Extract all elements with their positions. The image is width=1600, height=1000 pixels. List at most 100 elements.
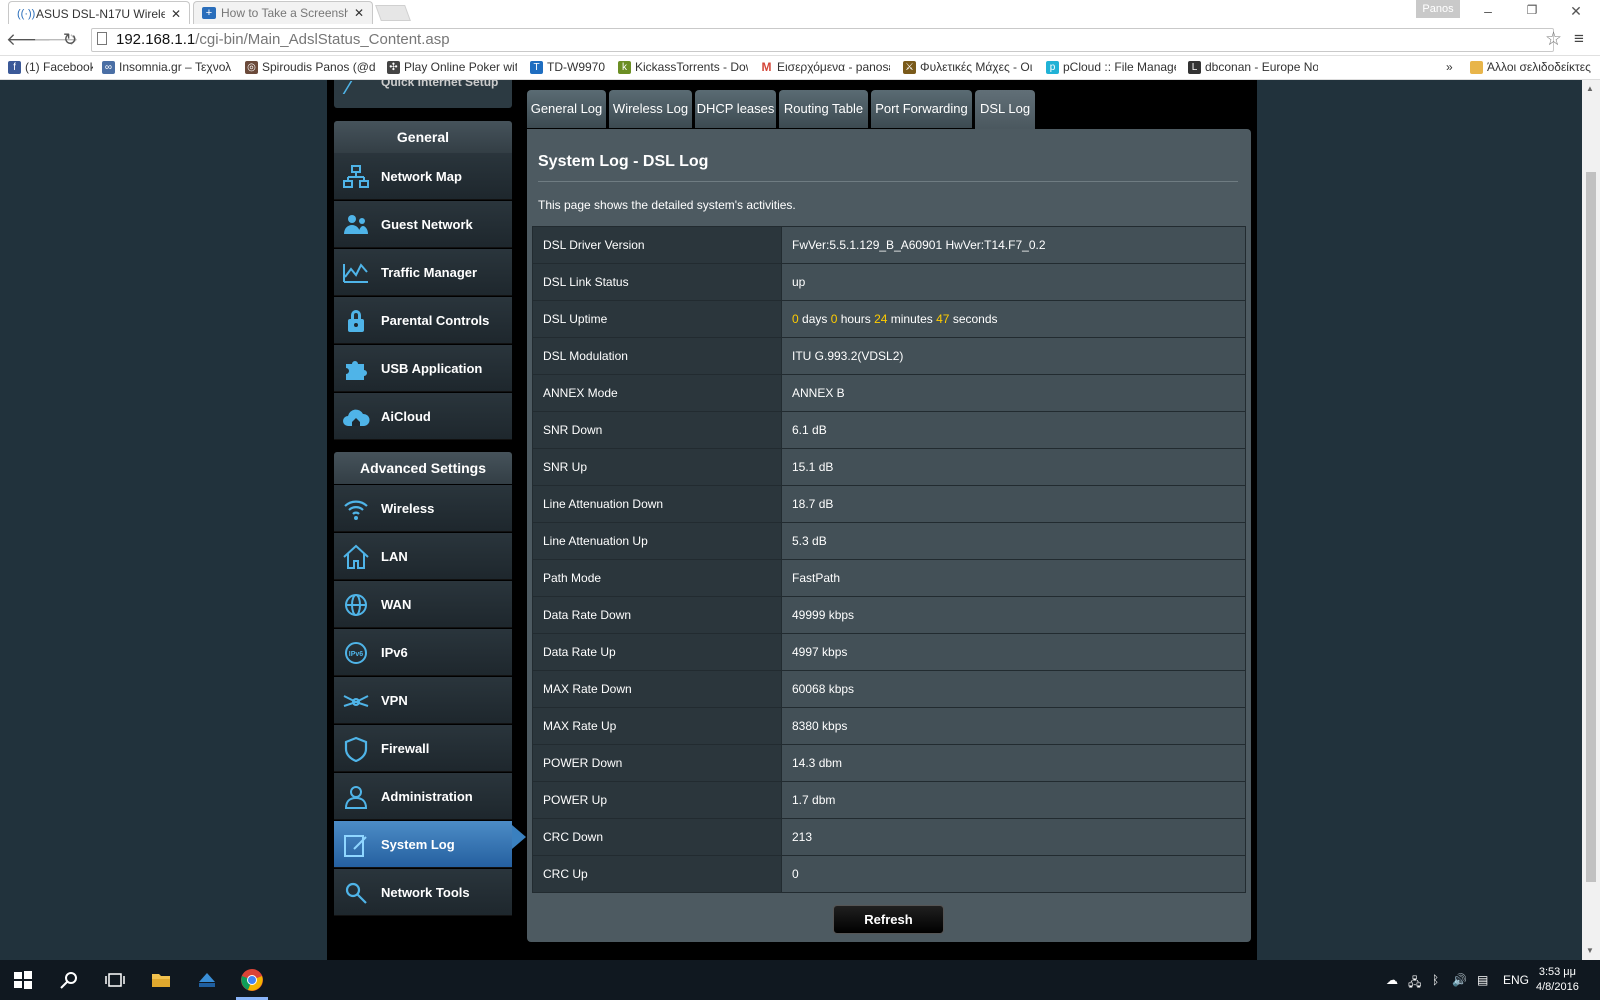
bookmarks-overflow-button[interactable]: » (1446, 60, 1460, 74)
pcloud-icon: p (1046, 60, 1059, 74)
facebook-icon: f (8, 60, 21, 74)
row-value: 15.1 dB (781, 448, 1246, 486)
profile-button[interactable]: Panos (1416, 0, 1460, 18)
menu-item-wan[interactable]: WAN (334, 581, 512, 628)
bluetooth-icon[interactable]: ᛒ (1432, 973, 1439, 987)
vpn-icon (343, 695, 369, 707)
browser-tab-asus[interactable]: ((·)) ASUS DSL-N17U Wireless ✕ (8, 1, 190, 25)
minimize-icon[interactable]: – (1478, 3, 1498, 19)
browser-tab-screenshot[interactable]: + How to Take a Screenshot ✕ (193, 1, 373, 24)
menu-item-traffic-manager[interactable]: Traffic Manager (334, 249, 512, 296)
bookmark-star-icon[interactable]: ☆ (1545, 28, 1562, 51)
gmail-icon: M (760, 60, 773, 74)
scroll-up-arrow-icon[interactable]: ▲ (1586, 84, 1594, 93)
row-value: 213 (781, 818, 1246, 856)
menu-item-network-tools[interactable]: Network Tools (334, 869, 512, 916)
back-arrow-icon[interactable]: 🡐 (6, 30, 52, 50)
bookmark-pcloud[interactable]: p pCloud :: File Manage (1046, 60, 1176, 74)
app-icon[interactable] (196, 970, 218, 990)
language-indicator[interactable]: ENG (1503, 973, 1529, 987)
tab-dhcp-leases[interactable]: DHCP leases (695, 90, 776, 128)
close-tab-icon[interactable]: ✕ (354, 6, 364, 20)
task-view-icon[interactable] (104, 970, 126, 990)
windows-start-icon[interactable] (12, 970, 34, 990)
menu-item-firewall[interactable]: Firewall (334, 725, 512, 772)
table-row: Data Rate Down 49999 kbps (532, 596, 1246, 634)
url-input[interactable]: 192.168.1.1/cgi-bin/Main_AdslStatus_Cont… (91, 28, 1554, 52)
quick-internet-setup-button[interactable]: ⁄ Quick Internet Setup (334, 80, 512, 108)
bookmark-poker[interactable]: ✣ Play Online Poker wit (387, 60, 517, 74)
chrome-icon[interactable] (240, 968, 264, 992)
other-bookmarks-folder[interactable]: Άλλοι σελιδοδείκτες (1470, 60, 1598, 74)
new-tab-button[interactable] (375, 5, 411, 21)
table-row: DSL Driver Version FwVer:5.5.1.129_B_A609… (532, 226, 1246, 264)
menu-item-parental-controls[interactable]: Parental Controls (334, 297, 512, 344)
browser-menu-icon[interactable]: ≡ (1574, 29, 1584, 49)
action-center-icon[interactable]: ▤ (1477, 973, 1488, 987)
row-value: ITU G.993.2(VDSL2) (781, 337, 1246, 375)
uptime-hours-label: hours (837, 312, 875, 326)
tab-port-forwarding[interactable]: Port Forwarding (871, 90, 972, 128)
menu-item-label: Network Tools (381, 884, 470, 900)
restore-icon[interactable]: ❐ (1522, 3, 1542, 17)
svg-text:IPv6: IPv6 (349, 651, 364, 658)
row-key: Path Mode (532, 559, 782, 597)
bookmark-gmail[interactable]: M Εισερχόμενα - panosε (760, 60, 890, 74)
menu-item-ipv6[interactable]: IPv6 IPv6 (334, 629, 512, 676)
row-key: Data Rate Down (532, 596, 782, 634)
search-icon[interactable] (58, 970, 80, 990)
url-path: /cgi-bin/Main_AdslStatus_Content.asp (195, 31, 450, 48)
bookmark-tribal-wars[interactable]: ⚔ Φυλετικές Μάχες - Οι (903, 60, 1033, 74)
table-row: ANNEX Mode ANNEX B (532, 374, 1246, 412)
bookmark-tdw9970[interactable]: T TD-W9970 (530, 60, 605, 74)
menu-item-lan[interactable]: LAN (334, 533, 512, 580)
globe-icon (345, 594, 367, 616)
table-row: DSL Modulation ITU G.993.2(VDSL2) (532, 337, 1246, 375)
menu-item-network-map[interactable]: Network Map (334, 153, 512, 200)
page-info-icon[interactable] (97, 32, 107, 45)
traffic-manager-icon (343, 263, 368, 283)
menu-item-administration[interactable]: Administration (334, 773, 512, 820)
tab-dsl-log[interactable]: DSL Log (975, 90, 1035, 130)
tab-routing-table[interactable]: Routing Table (779, 90, 868, 128)
tab-general-log[interactable]: General Log (527, 90, 606, 128)
row-key: DSL Modulation (532, 337, 782, 375)
bookmark-label: Play Online Poker wit (404, 60, 517, 74)
bookmark-facebook[interactable]: f (1) Facebook (8, 60, 93, 74)
network-icon[interactable]: 🖧 (1408, 973, 1421, 994)
bookmark-insomnia[interactable]: ∞ Insomnia.gr – Τεχνολ (102, 60, 232, 74)
volume-icon[interactable]: 🔊 (1452, 973, 1467, 987)
onedrive-cloud-icon[interactable]: ☁ (1386, 973, 1398, 987)
scroll-down-arrow-icon[interactable]: ▼ (1586, 946, 1594, 955)
reload-icon[interactable]: ↻ (60, 30, 80, 50)
tab-wireless-log[interactable]: Wireless Log (609, 90, 692, 128)
forward-arrow-icon[interactable]: 🡒 (33, 30, 79, 50)
menu-item-usb-application[interactable]: USB Application (334, 345, 512, 392)
close-window-icon[interactable]: ✕ (1566, 3, 1586, 20)
refresh-button[interactable]: Refresh (833, 905, 944, 934)
menu-item-system-log[interactable]: System Log (334, 821, 512, 868)
row-key: Line Attenuation Down (532, 485, 782, 523)
menu-item-label: Network Map (381, 168, 462, 184)
url-host: 192.168.1.1 (116, 31, 196, 48)
close-tab-icon[interactable]: ✕ (171, 7, 181, 21)
file-explorer-icon[interactable] (150, 970, 172, 990)
network-map-icon (343, 165, 369, 188)
bookmark-dbconan[interactable]: Ldbconan - Europe Nο (1188, 60, 1318, 74)
menu-item-aicloud[interactable]: AiCloud (334, 393, 512, 440)
menu-item-guest-network[interactable]: Guest Network (334, 201, 512, 248)
row-value: 60068 kbps (781, 670, 1246, 708)
system-clock[interactable]: 3:53 μμ 4/8/2016 (1536, 965, 1579, 995)
menu-item-label: Firewall (381, 740, 430, 756)
page-title: System Log - DSL Log (538, 153, 709, 170)
page-scrollbar[interactable]: ▲ ▼ (1582, 80, 1600, 960)
bookmark-instagram[interactable]: ◎ Spiroudis Panos (@dε (245, 60, 375, 74)
uptime-seconds: 47 (936, 312, 950, 326)
scrollbar-thumb[interactable] (1586, 172, 1596, 882)
menu-item-wireless[interactable]: Wireless (334, 485, 512, 532)
puzzle-icon (346, 361, 367, 380)
lock-icon (348, 310, 364, 332)
bookmark-label: Εισερχόμενα - panosε (777, 60, 890, 74)
bookmark-kickass[interactable]: k KickassTorrents - Dow (618, 60, 748, 74)
menu-item-vpn[interactable]: VPN (334, 677, 512, 724)
